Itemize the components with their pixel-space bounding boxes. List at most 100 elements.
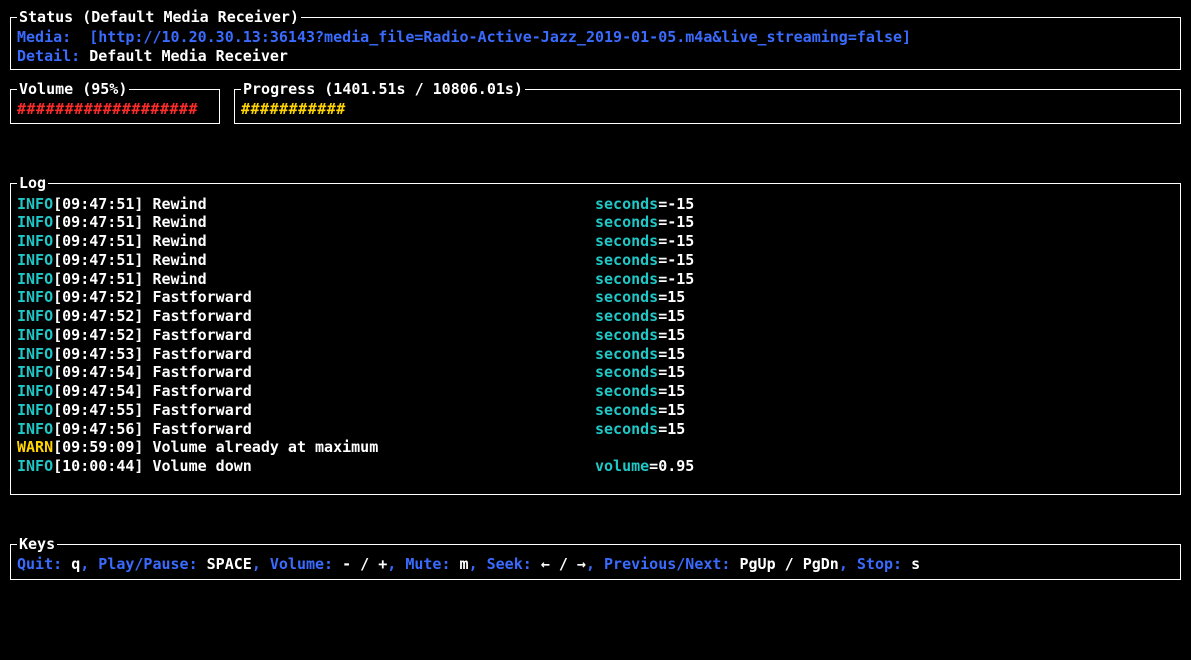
log-level: INFO <box>17 345 53 363</box>
log-message: Fastforward <box>152 326 595 344</box>
log-param-value: 15 <box>667 326 685 344</box>
log-line: INFO[09:47:53] Fastforward seconds=15 <box>17 345 1174 364</box>
log-param-value: 15 <box>667 382 685 400</box>
log-param-key: seconds <box>595 251 658 269</box>
log-level: INFO <box>17 307 53 325</box>
log-param-value: -15 <box>667 232 694 250</box>
log-message: Volume already at maximum <box>152 438 595 456</box>
status-title: Status (Default Media Receiver) <box>17 8 301 27</box>
keys-label: Stop: <box>857 555 911 573</box>
log-timestamp: [09:47:51] <box>53 270 152 288</box>
log-timestamp: [09:47:55] <box>53 401 152 419</box>
log-timestamp: [09:47:52] <box>53 288 152 306</box>
log-timestamp: [09:47:52] <box>53 307 152 325</box>
log-param-eq: = <box>658 401 667 419</box>
log-param-eq: = <box>658 195 667 213</box>
log-line: INFO[09:47:52] Fastforward seconds=15 <box>17 326 1174 345</box>
log-timestamp: [09:47:51] <box>53 251 152 269</box>
log-param-key: seconds <box>595 326 658 344</box>
volume-bar: ################### <box>17 100 213 119</box>
log-param-key: seconds <box>595 213 658 231</box>
log-param-key: seconds <box>595 363 658 381</box>
log-line: INFO[09:47:54] Fastforward seconds=15 <box>17 382 1174 401</box>
log-level: INFO <box>17 288 53 306</box>
log-param-value: 15 <box>667 307 685 325</box>
log-timestamp: [09:47:51] <box>53 213 152 231</box>
volume-title: Volume (95%) <box>17 80 129 99</box>
keys-label: Previous/Next: <box>604 555 739 573</box>
log-message: Fastforward <box>152 420 595 438</box>
log-param-key: seconds <box>595 401 658 419</box>
keys-title: Keys <box>17 535 57 554</box>
log-level: INFO <box>17 213 53 231</box>
keys-key: ← / → <box>541 555 586 573</box>
log-line: INFO[09:47:52] Fastforward seconds=15 <box>17 288 1174 307</box>
log-param-eq: = <box>658 345 667 363</box>
status-detail-label: Detail: <box>17 47 80 65</box>
log-message: Volume down <box>152 457 595 475</box>
status-media-value: [http://10.20.30.13:36143?media_file=Rad… <box>89 28 911 46</box>
log-panel: Log INFO[09:47:51] Rewind seconds=-15INF… <box>10 174 1181 495</box>
log-line: INFO[09:47:55] Fastforward seconds=15 <box>17 401 1174 420</box>
log-param-key: seconds <box>595 270 658 288</box>
keys-key: m <box>460 555 469 573</box>
log-level: INFO <box>17 270 53 288</box>
log-line: WARN[09:59:09] Volume already at maximum <box>17 438 1174 457</box>
log-param-value: 15 <box>667 288 685 306</box>
log-param-eq: = <box>658 288 667 306</box>
volume-panel: Volume (95%) ################### <box>10 80 220 124</box>
keys-panel: Keys Quit: q, Play/Pause: SPACE, Volume:… <box>10 535 1181 581</box>
log-message: Fastforward <box>152 288 595 306</box>
log-timestamp: [10:00:44] <box>53 457 152 475</box>
keys-separator: , <box>586 555 604 573</box>
log-timestamp: [09:47:54] <box>53 363 152 381</box>
log-message: Rewind <box>152 251 595 269</box>
log-param-key: seconds <box>595 345 658 363</box>
log-line: INFO[09:47:51] Rewind seconds=-15 <box>17 251 1174 270</box>
log-param-key: seconds <box>595 288 658 306</box>
status-detail-value: Default Media Receiver <box>89 47 288 65</box>
log-message: Fastforward <box>152 307 595 325</box>
log-param-value: 15 <box>667 420 685 438</box>
log-param-value: 15 <box>667 345 685 363</box>
keys-separator: , <box>469 555 487 573</box>
log-message: Fastforward <box>152 382 595 400</box>
status-media-line: Media: [http://10.20.30.13:36143?media_f… <box>17 28 1174 47</box>
log-title: Log <box>17 174 48 193</box>
log-level: WARN <box>17 438 53 456</box>
keys-separator: , <box>252 555 270 573</box>
keys-line: Quit: q, Play/Pause: SPACE, Volume: - / … <box>17 555 1174 574</box>
keys-label: Quit: <box>17 555 71 573</box>
status-panel: Status (Default Media Receiver) Media: [… <box>10 8 1181 70</box>
log-param-eq: = <box>658 420 667 438</box>
log-param-eq: = <box>649 457 658 475</box>
log-level: INFO <box>17 232 53 250</box>
log-timestamp: [09:47:51] <box>53 232 152 250</box>
log-message: Rewind <box>152 213 595 231</box>
status-detail-line: Detail: Default Media Receiver <box>17 47 1174 66</box>
log-param-eq: = <box>658 382 667 400</box>
log-line: INFO[09:47:52] Fastforward seconds=15 <box>17 307 1174 326</box>
log-level: INFO <box>17 401 53 419</box>
log-param-eq: = <box>658 251 667 269</box>
keys-label: Play/Pause: <box>98 555 206 573</box>
keys-key: - / + <box>342 555 387 573</box>
log-message: Rewind <box>152 195 595 213</box>
log-message: Rewind <box>152 232 595 250</box>
keys-key: PgUp / PgDn <box>740 555 839 573</box>
log-param-eq: = <box>658 326 667 344</box>
keys-key: SPACE <box>207 555 252 573</box>
log-param-value: 15 <box>667 401 685 419</box>
log-param-value: -15 <box>667 195 694 213</box>
log-timestamp: [09:47:52] <box>53 326 152 344</box>
progress-title: Progress (1401.51s / 10806.01s) <box>241 80 525 99</box>
keys-key: s <box>911 555 920 573</box>
log-message: Fastforward <box>152 345 595 363</box>
keys-separator: , <box>80 555 98 573</box>
log-param-value: -15 <box>667 270 694 288</box>
log-param-key: seconds <box>595 232 658 250</box>
log-param-eq: = <box>658 363 667 381</box>
log-line: INFO[09:47:51] Rewind seconds=-15 <box>17 270 1174 289</box>
log-param-value: -15 <box>667 251 694 269</box>
log-message: Fastforward <box>152 401 595 419</box>
